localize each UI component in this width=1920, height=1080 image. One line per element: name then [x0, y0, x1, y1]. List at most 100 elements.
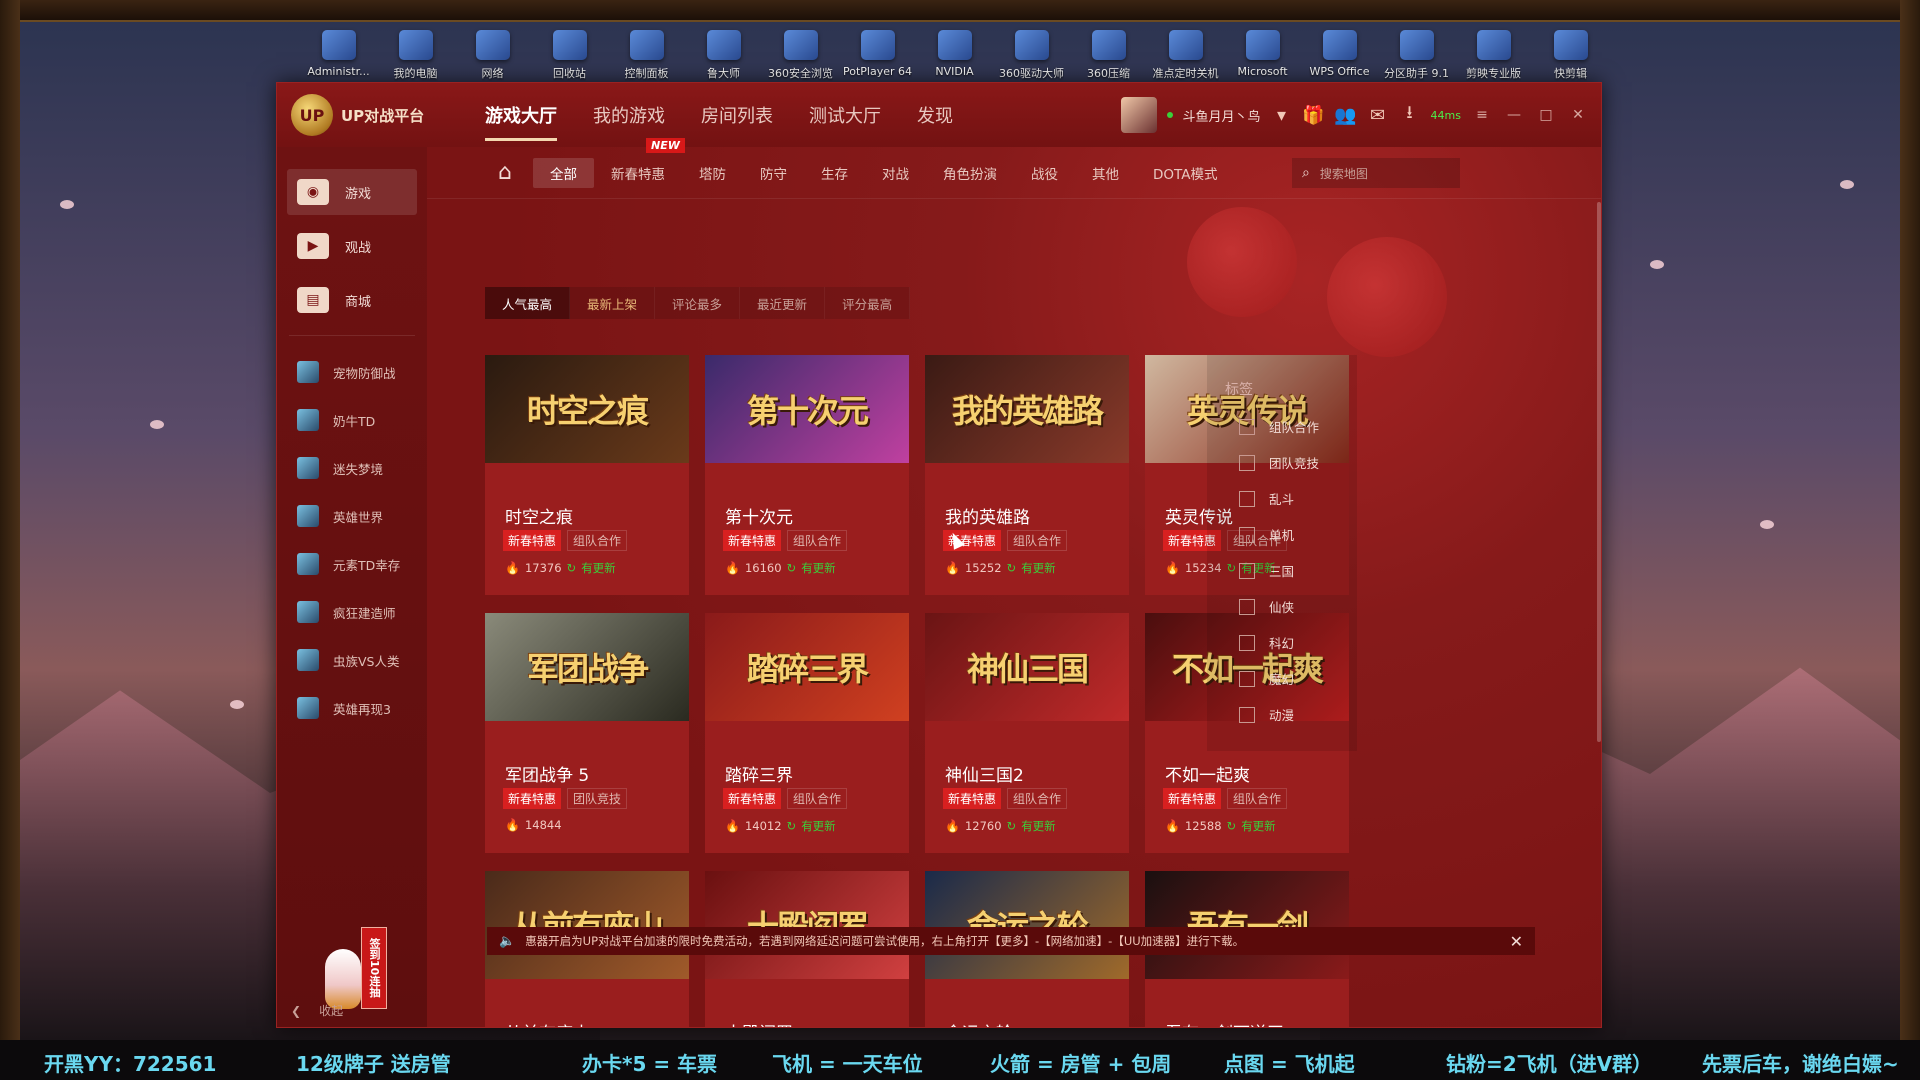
friends-icon[interactable]: 👥 [1334, 104, 1356, 126]
checkin-banner[interactable]: 签到10连抽 [361, 927, 387, 1009]
desktop-shortcut[interactable]: PotPlayer 64 [839, 30, 916, 81]
desktop-shortcut[interactable]: 360驱动大师 [993, 30, 1070, 81]
sort-tab[interactable]: 最近更新 [740, 287, 826, 319]
collapse-button[interactable]: ❮ 收起 [291, 1002, 343, 1019]
desktop-shortcut[interactable]: Microsoft [1224, 30, 1301, 81]
tag-checkbox[interactable]: 魔幻 [1239, 669, 1294, 688]
sidebar-recent-game[interactable]: 迷失梦境 [277, 444, 427, 492]
category-tab[interactable]: 全部 [533, 157, 594, 188]
mail-icon[interactable]: ✉ [1367, 104, 1389, 126]
category-tab[interactable]: DOTA模式 [1136, 158, 1234, 188]
tag-checkbox[interactable]: 组队合作 [1239, 417, 1319, 436]
nav-tab-discover[interactable]: 发现 [899, 83, 971, 147]
checkbox-icon[interactable] [1239, 670, 1255, 687]
sidebar-item-watch[interactable]: ▶ 观战 [287, 223, 417, 269]
game-card[interactable]: 军团战争 军团战争 5 新春特惠 团队竞技 🔥 14844 [485, 613, 689, 853]
desktop-shortcut[interactable]: 网络 [454, 30, 531, 81]
game-card[interactable]: 第十次元 第十次元 新春特惠 组队合作 🔥 16160 ↻ 有更新 [705, 355, 909, 595]
menu-button[interactable]: ≡ [1471, 107, 1493, 123]
sidebar-recent-game[interactable]: 英雄世界 [277, 492, 427, 540]
sidebar-recent-game[interactable]: 疯狂建造师 [277, 588, 427, 636]
chevron-down-icon[interactable]: ▾ [1271, 104, 1293, 126]
tag-checkbox[interactable]: 乱斗 [1239, 489, 1294, 508]
close-button[interactable]: ✕ [1567, 107, 1589, 123]
checkbox-icon[interactable] [1239, 490, 1255, 507]
desktop-shortcut[interactable]: 360安全浏览 [762, 30, 839, 81]
sidebar-recent-game[interactable]: 元素TD幸存 [277, 540, 427, 588]
game-cover-image[interactable]: 十殿阎罗 [705, 871, 909, 979]
sort-tab[interactable]: 最新上架 [570, 287, 656, 319]
desktop-shortcut[interactable]: NVIDIA [916, 30, 993, 81]
desktop-shortcut[interactable]: 控制面板 [608, 30, 685, 81]
home-icon[interactable]: ⌂ [493, 160, 517, 185]
category-tab[interactable]: 其他 [1075, 158, 1136, 188]
checkbox-icon[interactable] [1239, 706, 1255, 723]
category-tab[interactable]: 对战 [865, 158, 926, 188]
checkbox-icon[interactable] [1239, 454, 1255, 471]
sidebar-item-shop[interactable]: ▤ 商城 [287, 277, 417, 323]
game-cover-image[interactable]: 第十次元 [705, 355, 909, 463]
sidebar-recent-game[interactable]: 宠物防御战 [277, 348, 427, 396]
desktop-shortcut[interactable]: Administr... [300, 30, 377, 81]
checkbox-icon[interactable] [1239, 418, 1255, 435]
desktop-shortcut[interactable]: 准点定时关机 [1147, 30, 1224, 81]
nav-tab-test-lobby[interactable]: 测试大厅 [791, 83, 899, 147]
game-cover-logo: 踏碎三界 [746, 650, 869, 688]
game-cover-image[interactable]: 军团战争 [485, 613, 689, 721]
sidebar-recent-game[interactable]: 英雄再现3 [277, 684, 427, 732]
desktop-shortcut[interactable]: 鲁大师 [685, 30, 762, 81]
game-cover-image[interactable]: 命运之轮 [925, 871, 1129, 979]
search-box[interactable]: ⌕ 搜索地图 [1292, 158, 1460, 188]
maximize-button[interactable]: □ [1535, 107, 1557, 123]
minimize-button[interactable]: — [1503, 107, 1525, 123]
nav-tab-room-list[interactable]: 房间列表 [683, 83, 791, 147]
category-tab[interactable]: 塔防 [682, 158, 743, 188]
scrollbar[interactable] [1597, 202, 1601, 742]
game-cover-image[interactable]: 神仙三国 [925, 613, 1129, 721]
game-card[interactable]: 时空之痕 时空之痕 新春特惠 组队合作 🔥 17376 ↻ 有更新 [485, 355, 689, 595]
desktop-shortcut[interactable]: 剪映专业版 [1455, 30, 1532, 81]
checkbox-icon[interactable] [1239, 634, 1255, 651]
sort-tab[interactable]: 人气最高 [485, 287, 571, 319]
desktop-shortcut-label: NVIDIA [935, 65, 974, 78]
game-cover-image[interactable]: 从前有座山 [485, 871, 689, 979]
desktop-shortcut[interactable]: WPS Office [1301, 30, 1378, 81]
checkbox-icon[interactable] [1239, 526, 1255, 543]
category-tab[interactable]: 生存 [804, 158, 865, 188]
tag-checkbox[interactable]: 三国 [1239, 561, 1294, 580]
desktop-shortcut[interactable]: 快剪辑 [1532, 30, 1609, 81]
game-cover-image[interactable]: 我的英雄路 [925, 355, 1129, 463]
game-card[interactable]: 我的英雄路 我的英雄路 新春特惠 组队合作 🔥 15252 ↻ 有更新 [925, 355, 1129, 595]
checkbox-icon[interactable] [1239, 562, 1255, 579]
desktop-shortcut[interactable]: 360压缩 [1070, 30, 1147, 81]
game-card[interactable]: 神仙三国 神仙三国2 新春特惠 组队合作 🔥 12760 ↻ 有更新 [925, 613, 1129, 853]
desktop-shortcut[interactable]: 我的电脑 [377, 30, 454, 81]
tag-checkbox[interactable]: 团队竞技 [1239, 453, 1319, 472]
checkbox-icon[interactable] [1239, 598, 1255, 615]
username[interactable]: 斗鱼月月丶鸟 [1183, 106, 1261, 125]
sidebar-recent-game[interactable]: 奶牛TD [277, 396, 427, 444]
category-tab[interactable]: 新春特惠 NEW [594, 137, 685, 188]
game-cover-image[interactable]: 时空之痕 [485, 355, 689, 463]
sort-tab[interactable]: 评分最高 [825, 287, 911, 319]
category-tab[interactable]: 角色扮演 [926, 158, 1014, 188]
game-cover-image[interactable]: 吾有一剑 [1145, 871, 1349, 979]
avatar[interactable] [1120, 97, 1157, 133]
sort-tab[interactable]: 评论最多 [655, 287, 741, 319]
tag-checkbox[interactable]: 动漫 [1239, 705, 1294, 724]
sidebar-item-games[interactable]: ◉ 游戏 [287, 169, 417, 215]
category-tab[interactable]: 战役 [1014, 158, 1075, 188]
desktop-shortcut[interactable]: 回收站 [531, 30, 608, 81]
gift-icon[interactable]: 🎁 [1302, 104, 1324, 126]
game-cover-image[interactable]: 踏碎三界 [705, 613, 909, 721]
sidebar-recent-game[interactable]: 虫族VS人类 [277, 636, 427, 684]
tag-checkbox[interactable]: 仙侠 [1239, 597, 1294, 616]
desktop-shortcut[interactable]: 分区助手 9.1 [1378, 30, 1455, 81]
game-card[interactable]: 踏碎三界 踏碎三界 新春特惠 组队合作 🔥 14012 ↻ 有更新 [705, 613, 909, 853]
tag-checkbox[interactable]: 科幻 [1239, 633, 1294, 652]
category-tab[interactable]: 防守 [743, 158, 804, 188]
tag-checkbox[interactable]: 单机 [1239, 525, 1294, 544]
notice-close-icon[interactable]: ✕ [1510, 932, 1523, 951]
nav-tab-lobby[interactable]: 游戏大厅 [467, 83, 575, 147]
download-icon[interactable]: ⭳ [1399, 102, 1421, 126]
